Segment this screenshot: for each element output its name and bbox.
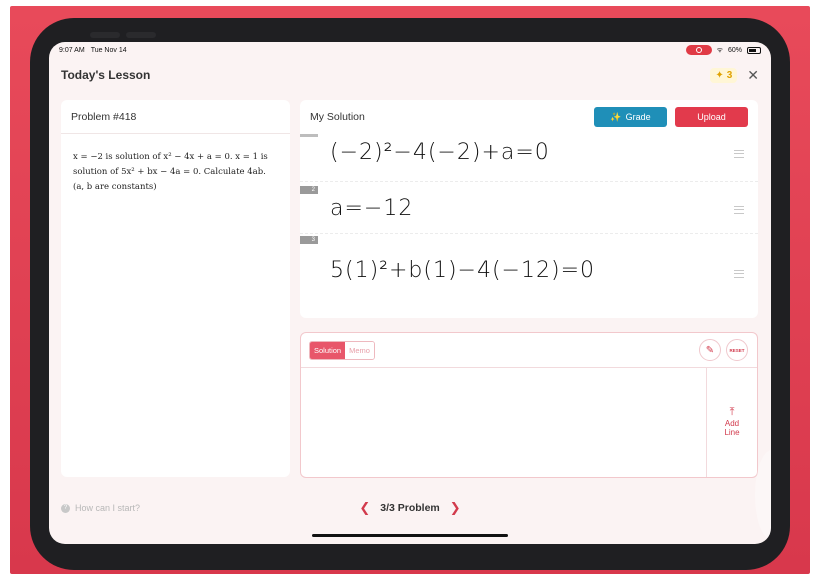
grade-label: Grade — [625, 112, 651, 122]
wand-count: 3 — [726, 69, 733, 81]
chevron-left-icon[interactable]: ❮ — [359, 500, 370, 516]
sparkle-icon: ✨ — [610, 111, 622, 122]
home-indicator[interactable] — [312, 534, 508, 537]
solution-panel: My Solution ✨ Grade Upload (−2)²−4(−2)+a… — [300, 100, 758, 318]
screen-record-icon — [685, 45, 712, 55]
pager-label: 3/3 Problem — [380, 502, 440, 514]
tab-memo[interactable]: Memo — [345, 342, 374, 359]
solution-line[interactable]: 2 a=−12 — [300, 186, 758, 234]
solution-line[interactable]: 3 5(1)²+b(1)−4(−12)=0 — [300, 236, 758, 308]
grade-button[interactable]: ✨ Grade — [594, 107, 667, 127]
solution-line[interactable]: (−2)²−4(−2)+a=0 — [300, 134, 758, 182]
lesson-header: Today's Lesson ✦ 3 ✕ — [61, 64, 759, 86]
volume-button — [126, 32, 156, 38]
question-icon: ? — [61, 503, 70, 513]
line-text: (−2)²−4(−2)+a=0 — [330, 140, 550, 165]
footer: ? How can I start? ❮ 3/3 Problem ❯ — [61, 498, 759, 518]
drag-handle-icon[interactable] — [734, 270, 744, 278]
volume-button — [90, 32, 120, 38]
line-number — [300, 134, 318, 137]
pager: ❮ 3/3 Problem ❯ — [359, 500, 460, 516]
hint-label: How can I start? — [75, 503, 141, 513]
status-date: Tue Nov 14 — [90, 46, 127, 54]
magic-wand-icon: ✦ — [715, 69, 724, 81]
page-title: Today's Lesson — [61, 68, 151, 82]
battery-icon — [747, 46, 761, 54]
magic-wand-badge[interactable]: ✦ 3 — [710, 67, 738, 83]
upload-button[interactable]: Upload — [675, 107, 748, 127]
line-text: a=−12 — [330, 196, 414, 221]
tab-solution[interactable]: Solution — [310, 342, 346, 359]
drag-handle-icon[interactable] — [734, 150, 744, 158]
problem-panel: Problem #418 x = −2 is solution of x² − … — [61, 100, 290, 477]
problem-text: x = −2 is solution of x² − 4x + a = 0. x… — [73, 152, 268, 192]
chevron-right-icon[interactable]: ❯ — [450, 500, 461, 516]
add-line-button[interactable]: ⤒ Add Line — [707, 368, 757, 477]
line-number: 3 — [300, 236, 318, 244]
upload-arrow-icon: ⤒ — [729, 406, 735, 418]
close-icon[interactable]: ✕ — [747, 67, 759, 84]
pencil-icon: ✎ — [705, 344, 715, 356]
reset-button[interactable]: RESET — [726, 339, 748, 361]
solution-title: My Solution — [310, 111, 365, 123]
wifi-icon: ᯤ — [716, 46, 723, 54]
status-time: 9:07 AM — [59, 46, 85, 54]
app-screen: 9:07 AM Tue Nov 14 ᯤ 60% Today's Lesson … — [49, 42, 771, 544]
hint-link[interactable]: ? How can I start? — [61, 503, 140, 513]
status-bar: 9:07 AM Tue Nov 14 ᯤ 60% — [49, 42, 771, 58]
handwriting-input-panel: Solution Memo ✎ RESET ⤒ Add Line — [300, 332, 758, 478]
handwriting-canvas[interactable] — [301, 368, 706, 477]
battery-percent: 60% — [727, 46, 742, 54]
add-line-label: Add Line — [724, 419, 740, 437]
pencil-button[interactable]: ✎ — [699, 339, 721, 361]
input-mode-toggle: Solution Memo — [309, 341, 375, 360]
line-number: 2 — [300, 186, 318, 194]
line-text: 5(1)²+b(1)−4(−12)=0 — [330, 258, 595, 283]
problem-title: Problem #418 — [61, 100, 290, 134]
drag-handle-icon[interactable] — [734, 206, 744, 214]
